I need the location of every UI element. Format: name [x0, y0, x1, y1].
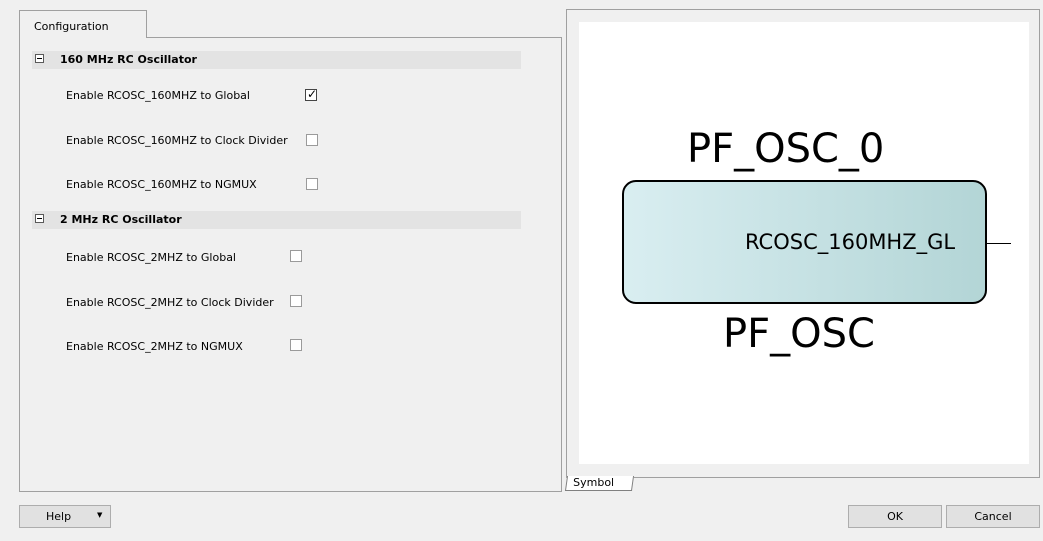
checkmark-icon: ✓	[307, 87, 318, 101]
help-button[interactable]: Help ▼	[19, 505, 111, 528]
section-header-2mhz[interactable]: 2 MHz RC Oscillator	[32, 211, 521, 229]
checkbox-160mhz-clock-divider[interactable]	[306, 134, 318, 146]
help-button-label: Help	[46, 510, 72, 523]
checkbox-160mhz-ngmux[interactable]	[306, 178, 318, 190]
cancel-button[interactable]: Cancel	[946, 505, 1040, 528]
checkbox-2mhz-ngmux[interactable]	[290, 339, 302, 351]
port-label: RCOSC_160MHZ_GL	[745, 230, 956, 254]
ok-button[interactable]: OK	[848, 505, 942, 528]
tab-symbol[interactable]: Symbol	[564, 476, 635, 491]
checkbox-160mhz-global[interactable]: ✓	[305, 87, 318, 101]
option-label-160mhz-global: Enable RCOSC_160MHZ to Global	[66, 89, 250, 102]
option-label-160mhz-clock-divider: Enable RCOSC_160MHZ to Clock Divider	[66, 134, 288, 147]
section-header-160mhz[interactable]: 160 MHz RC Oscillator	[32, 51, 521, 69]
collapse-icon[interactable]	[35, 54, 44, 63]
option-label-160mhz-ngmux: Enable RCOSC_160MHZ to NGMUX	[66, 178, 257, 191]
port-pin[interactable]	[987, 243, 1011, 244]
section-title-2mhz: 2 MHz RC Oscillator	[60, 213, 182, 226]
ok-button-label: OK	[887, 510, 903, 523]
configuration-panel	[19, 37, 562, 492]
tab-configuration[interactable]: Configuration	[19, 10, 147, 38]
instance-name: PF_OSC_0	[687, 126, 885, 172]
option-label-2mhz-ngmux: Enable RCOSC_2MHZ to NGMUX	[66, 340, 243, 353]
component-name: PF_OSC	[723, 311, 875, 357]
checkbox-2mhz-global[interactable]	[290, 250, 302, 262]
tab-symbol-label: Symbol	[573, 476, 615, 489]
tab-configuration-label: Configuration	[34, 20, 109, 33]
dropdown-arrow-icon: ▼	[97, 511, 103, 519]
collapse-icon[interactable]	[35, 214, 44, 223]
option-label-2mhz-clock-divider: Enable RCOSC_2MHZ to Clock Divider	[66, 296, 274, 309]
option-label-2mhz-global: Enable RCOSC_2MHZ to Global	[66, 251, 236, 264]
cancel-button-label: Cancel	[974, 510, 1012, 523]
section-title-160mhz: 160 MHz RC Oscillator	[60, 53, 197, 66]
checkbox-2mhz-clock-divider[interactable]	[290, 295, 302, 307]
